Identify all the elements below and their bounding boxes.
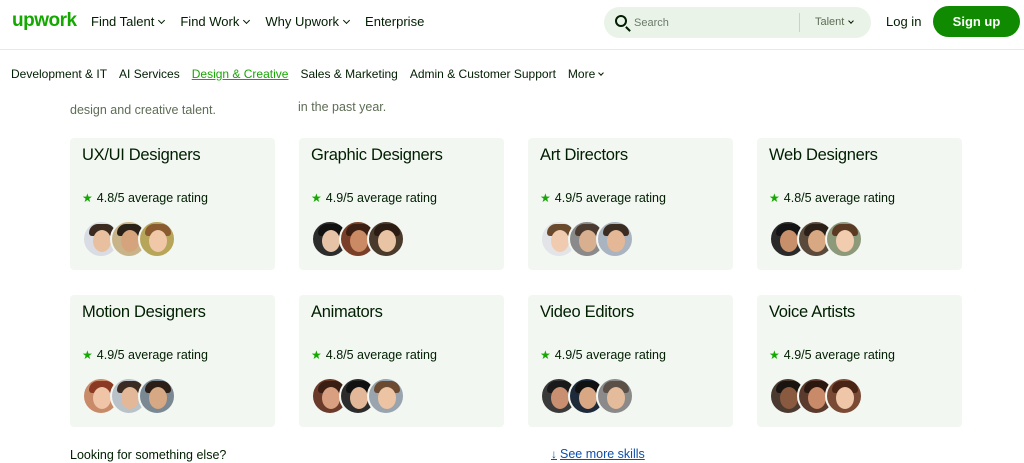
star-icon: ★ [769,348,780,362]
chevron-down-icon [598,69,605,76]
nav-label: Find Talent [91,14,155,29]
avatar-group [311,220,405,258]
star-icon: ★ [540,348,551,362]
arrow-down-icon: ↓ [551,447,557,461]
card-rating: ★ 4.9/5 average rating [540,191,666,205]
avatar [825,377,863,415]
card-title: Art Directors [540,146,628,164]
search-scope-label: Talent [815,16,845,28]
avatar-group [311,377,405,415]
rating-text: 4.8/5 average rating [325,348,437,362]
star-icon: ★ [311,191,322,205]
search-icon[interactable] [615,15,627,27]
avatar [825,220,863,258]
rating-text: 4.9/5 average rating [554,348,666,362]
category-nav: Development & IT AI Services Design & Cr… [11,67,615,81]
chevron-down-icon [158,16,166,24]
rating-text: 4.9/5 average rating [325,191,437,205]
card-rating: ★ 4.9/5 average rating [311,191,437,205]
skill-card-motion-designers[interactable]: Motion Designers ★ 4.9/5 average rating [70,295,275,427]
skill-card-voice-artists[interactable]: Voice Artists ★ 4.9/5 average rating [757,295,962,427]
rating-text: 4.9/5 average rating [783,348,895,362]
avatar [138,377,176,415]
card-title: Graphic Designers [311,146,443,164]
rating-text: 4.9/5 average rating [554,191,666,205]
star-icon: ★ [540,191,551,205]
looking-else-text: Looking for something else? [70,448,227,462]
upwork-logo[interactable]: upwork [12,10,77,32]
card-rating: ★ 4.9/5 average rating [769,348,895,362]
search-bar: Talent [604,7,871,38]
chevron-down-icon [848,17,855,24]
star-icon: ★ [769,191,780,205]
avatar-group [769,377,863,415]
nav-label: Enterprise [365,14,425,29]
skill-card-animators[interactable]: Animators ★ 4.8/5 average rating [299,295,504,427]
nav-find-talent[interactable]: Find Talent [91,14,166,29]
avatar-group [769,220,863,258]
see-more-skills-link[interactable]: ↓ See more skills [551,447,645,461]
login-link[interactable]: Log in [886,14,921,29]
skill-card-ux-ui-designers[interactable]: UX/UI Designers ★ 4.8/5 average rating [70,138,275,270]
avatar [367,377,405,415]
nav-why-upwork[interactable]: Why Upwork [265,14,351,29]
signup-button[interactable]: Sign up [933,6,1020,37]
avatar-group [82,220,176,258]
card-title: Motion Designers [82,303,206,321]
card-title: Animators [311,303,383,321]
avatar-group [540,377,634,415]
top-header: upwork Find Talent Find Work Why Upwork … [0,0,1024,47]
card-title: Web Designers [769,146,878,164]
star-icon: ★ [82,191,93,205]
avatar [138,220,176,258]
intro-text-fragment-right: in the past year. [298,100,387,114]
nav-find-work[interactable]: Find Work [180,14,251,29]
avatar-group [540,220,634,258]
star-icon: ★ [311,348,322,362]
skill-card-video-editors[interactable]: Video Editors ★ 4.9/5 average rating [528,295,733,427]
skill-card-web-designers[interactable]: Web Designers ★ 4.8/5 average rating [757,138,962,270]
rating-text: 4.8/5 average rating [96,191,208,205]
header-divider [0,49,1024,50]
see-more-label: See more skills [560,447,645,461]
avatar [596,220,634,258]
search-input[interactable] [634,13,794,32]
card-rating: ★ 4.9/5 average rating [82,348,208,362]
category-more[interactable]: More [567,67,605,81]
main-nav: Find Talent Find Work Why Upwork Enterpr… [91,14,440,29]
avatar [367,220,405,258]
category-ai-services[interactable]: AI Services [119,67,180,81]
avatar [596,377,634,415]
nav-enterprise[interactable]: Enterprise [365,14,424,29]
category-admin-support[interactable]: Admin & Customer Support [410,67,556,81]
card-rating: ★ 4.8/5 average rating [769,191,895,205]
avatar-group [82,377,176,415]
nav-label: Find Work [180,14,240,29]
category-development-it[interactable]: Development & IT [11,67,107,81]
skill-card-art-directors[interactable]: Art Directors ★ 4.9/5 average rating [528,138,733,270]
nav-label: Why Upwork [265,14,340,29]
card-title: Video Editors [540,303,634,321]
rating-text: 4.9/5 average rating [96,348,208,362]
search-divider [799,13,800,32]
card-rating: ★ 4.8/5 average rating [311,348,437,362]
card-title: Voice Artists [769,303,855,321]
star-icon: ★ [82,348,93,362]
category-more-label: More [567,67,596,81]
chevron-down-icon [343,16,351,24]
category-sales-marketing[interactable]: Sales & Marketing [300,67,397,81]
skill-card-graphic-designers[interactable]: Graphic Designers ★ 4.9/5 average rating [299,138,504,270]
rating-text: 4.8/5 average rating [783,191,895,205]
search-scope-dropdown[interactable]: Talent [815,16,855,28]
card-rating: ★ 4.8/5 average rating [82,191,208,205]
category-design-creative[interactable]: Design & Creative [192,67,289,81]
intro-text-fragment: design and creative talent. [70,103,216,117]
card-rating: ★ 4.9/5 average rating [540,348,666,362]
chevron-down-icon [243,16,251,24]
card-title: UX/UI Designers [82,146,201,164]
